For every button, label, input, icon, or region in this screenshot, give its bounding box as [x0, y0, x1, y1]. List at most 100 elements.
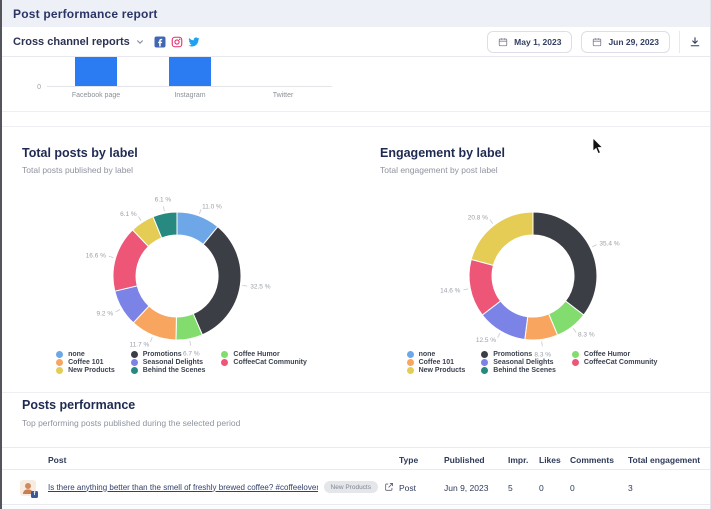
legend-color-dot [56, 359, 63, 366]
section-divider [0, 392, 711, 393]
report-toolbar: Cross channel reports May 1, 2023 [0, 27, 711, 57]
post-performance-report-page: Post performance report Cross channel re… [0, 0, 711, 509]
section-divider [0, 126, 711, 127]
report-selector-label: Cross channel reports [13, 36, 130, 48]
legend-color-dot [131, 351, 138, 358]
y-axis-tick: 0 [37, 84, 41, 91]
date-from-button[interactable]: May 1, 2023 [487, 31, 572, 53]
legend-label: Coffee 101 [68, 359, 103, 366]
post-impressions-value: 5 [508, 483, 513, 493]
legend-item-coffee-101[interactable]: Coffee 101 [407, 359, 466, 366]
instagram-icon[interactable] [171, 36, 183, 48]
post-label-badge: New Products [324, 481, 378, 493]
legend-label: none [419, 351, 436, 358]
legend-item-coffee-humor[interactable]: Coffee Humor [572, 351, 658, 358]
post-comments-value: 0 [570, 483, 575, 493]
legend-column: PromotionsSeasonal DelightsBehind the Sc… [481, 351, 556, 379]
download-icon [689, 36, 701, 48]
post-total-engagement-value: 3 [628, 483, 633, 493]
legend-item-coffeecat-community[interactable]: CoffeeCat Community [572, 359, 658, 366]
facebook-icon[interactable] [154, 36, 166, 48]
legend-label: CoffeeCat Community [233, 359, 307, 366]
legend-label: Seasonal Delights [493, 359, 553, 366]
section-divider [0, 111, 711, 112]
post-likes-value: 0 [539, 483, 544, 493]
legend-item-new-products[interactable]: New Products [56, 367, 115, 374]
column-header-type: Type [399, 455, 418, 465]
engagement-by-label-heading: Engagement by label Total engagement by … [380, 146, 505, 175]
legend-item-new-products[interactable]: New Products [407, 367, 466, 374]
legend-column: noneCoffee 101New Products [56, 351, 115, 379]
mouse-cursor [592, 137, 604, 155]
column-header-likes: Likes [539, 455, 561, 465]
bar-facebook-page[interactable] [75, 57, 117, 86]
legend-column: Coffee HumorCoffeeCat Community [572, 351, 658, 379]
legend-column: noneCoffee 101New Products [407, 351, 466, 379]
legend-item-seasonal-delights[interactable]: Seasonal Delights [481, 359, 556, 366]
post-cell: Is there anything better than the smell … [48, 470, 394, 504]
channel-filter-icons [154, 36, 200, 48]
legend-color-dot [407, 367, 414, 374]
legend-color-dot [481, 351, 488, 358]
donut-slice-promotions[interactable] [193, 227, 241, 335]
window-left-edge [0, 0, 2, 509]
legend-item-coffee-101[interactable]: Coffee 101 [56, 359, 115, 366]
bar-instagram[interactable] [169, 57, 211, 86]
donut-percent-label: 11.7 % [130, 342, 150, 349]
legend-label: New Products [419, 367, 466, 374]
donut-slice-promotions[interactable] [533, 212, 597, 315]
section-title: Posts performance [22, 398, 240, 412]
post-published-value: Jun 9, 2023 [444, 483, 488, 493]
legend-item-none[interactable]: none [56, 351, 115, 358]
legend-item-seasonal-delights[interactable]: Seasonal Delights [131, 359, 206, 366]
post-author-avatar: f [20, 480, 36, 496]
legend-color-dot [131, 359, 138, 366]
report-selector[interactable]: Cross channel reports [13, 36, 144, 48]
legend-item-none[interactable]: none [407, 351, 466, 358]
column-header-total-engagement: Total engagement [628, 455, 700, 465]
legend-item-behind-the-scenes[interactable]: Behind the Scenes [131, 367, 206, 374]
engagement-donut-chart: 35.4 %8.3 %8.3 %12.5 %14.6 %20.8 % [356, 190, 711, 366]
column-header-published: Published [444, 455, 485, 465]
legend-item-behind-the-scenes[interactable]: Behind the Scenes [481, 367, 556, 374]
table-row: f Is there anything better than the smel… [0, 470, 711, 505]
legend-color-dot [221, 351, 228, 358]
legend-item-promotions[interactable]: Promotions [131, 351, 206, 358]
legend-label: CoffeeCat Community [584, 359, 658, 366]
legend-label: Coffee Humor [233, 351, 279, 358]
donut-percent-label: 11.0 % [202, 203, 222, 210]
date-to-value: Jun 29, 2023 [608, 37, 659, 47]
twitter-icon[interactable] [188, 36, 200, 48]
legend-color-dot [481, 359, 488, 366]
legend-color-dot [481, 367, 488, 374]
calendar-icon [498, 37, 508, 47]
legend-item-coffeecat-community[interactable]: CoffeeCat Community [221, 359, 307, 366]
x-axis-label: Twitter [273, 92, 294, 99]
legend-item-promotions[interactable]: Promotions [481, 351, 556, 358]
column-header-impressions: Impr. [508, 455, 528, 465]
legend-label: Behind the Scenes [143, 367, 206, 374]
legend-label: Behind the Scenes [493, 367, 556, 374]
section-title: Engagement by label [380, 146, 505, 160]
donut-percent-label: 6.1 % [155, 196, 172, 203]
donut-percent-label: 12.5 % [476, 337, 496, 344]
calendar-icon [592, 37, 602, 47]
legend-item-coffee-humor[interactable]: Coffee Humor [221, 351, 307, 358]
date-from-value: May 1, 2023 [514, 37, 561, 47]
legend-label: Seasonal Delights [143, 359, 203, 366]
total-posts-donut-chart: 11.0 %32.5 %6.7 %11.7 %9.2 %16.6 %6.1 %6… [0, 190, 355, 366]
legend-column: Coffee HumorCoffeeCat Community [221, 351, 307, 379]
open-post-external-button[interactable] [384, 482, 394, 492]
legend-color-dot [407, 351, 414, 358]
donut-percent-label: 16.6 % [86, 252, 106, 259]
download-report-button[interactable] [689, 36, 701, 48]
donut-percent-label: 20.8 % [468, 214, 488, 221]
date-to-button[interactable]: Jun 29, 2023 [581, 31, 670, 53]
legend-label: Promotions [493, 351, 532, 358]
total-posts-by-label-heading: Total posts by label Total posts publish… [22, 146, 138, 175]
x-axis-label: Facebook page [72, 92, 120, 99]
section-subtitle: Top performing posts published during th… [22, 418, 240, 428]
post-link[interactable]: Is there anything better than the smell … [48, 483, 318, 492]
section-subtitle: Total posts published by label [22, 165, 138, 175]
legend-label: Coffee Humor [584, 351, 630, 358]
